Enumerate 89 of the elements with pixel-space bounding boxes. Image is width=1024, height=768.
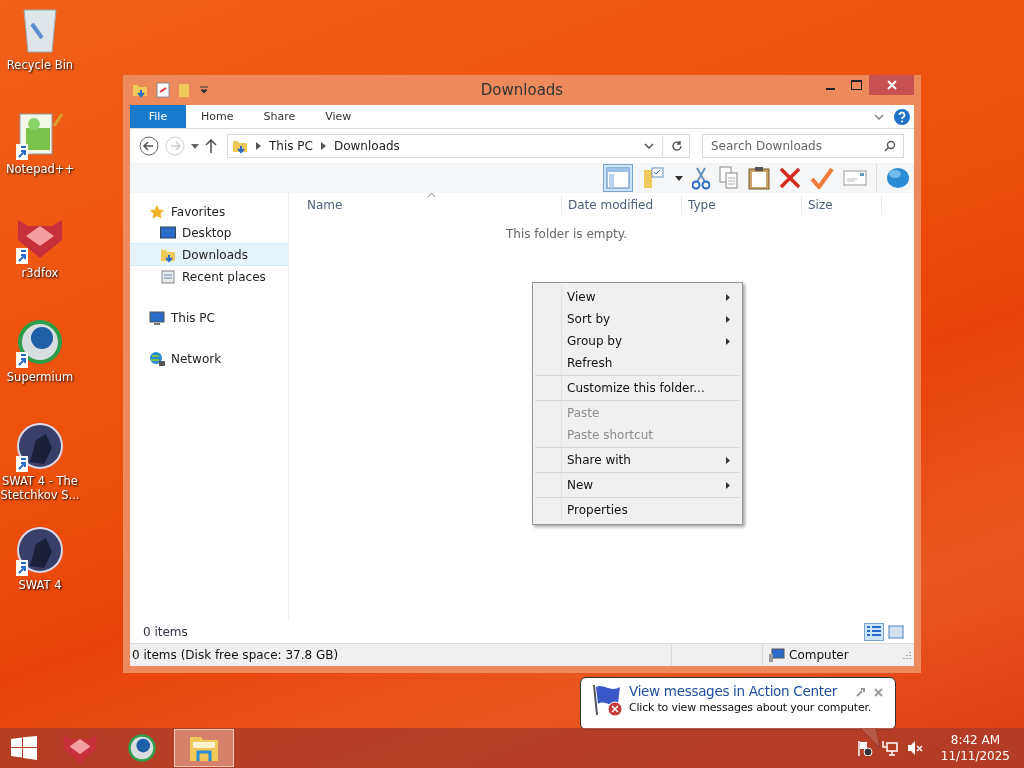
close-icon[interactable] bbox=[874, 688, 883, 697]
desktop-icon-label[interactable]: SWAT 4 bbox=[0, 578, 80, 592]
desktop-icon bbox=[160, 225, 176, 240]
desktop-icon-label[interactable]: Supermium bbox=[0, 370, 80, 384]
navigation-item[interactable]: Favorites bbox=[130, 201, 288, 222]
sort-caret-icon bbox=[428, 193, 435, 197]
menu-item[interactable]: Refresh bbox=[535, 352, 740, 374]
clock-date: 11/11/2025 bbox=[940, 748, 1010, 764]
minimize-icon bbox=[825, 87, 835, 90]
windows-logo-icon bbox=[11, 736, 37, 760]
notification-balloon[interactable]: View messages in Action Center Click to view messages about your computer. bbox=[580, 677, 896, 730]
maximize-icon bbox=[850, 80, 862, 90]
globe-icon[interactable] bbox=[886, 167, 910, 189]
network-icon[interactable] bbox=[881, 740, 898, 756]
column-header[interactable]: Size bbox=[802, 195, 882, 215]
status-location: Computer bbox=[789, 648, 849, 662]
breadcrumb[interactable]: Downloads bbox=[333, 139, 400, 153]
address-dropdown-icon[interactable] bbox=[644, 143, 654, 149]
star-icon bbox=[149, 203, 165, 220]
details-view-button[interactable] bbox=[864, 623, 884, 641]
preview-pane-button[interactable] bbox=[603, 164, 633, 192]
menu-item[interactable]: Customize this folder... bbox=[535, 377, 740, 399]
flag-icon bbox=[591, 683, 625, 717]
dropdown-icon[interactable] bbox=[675, 175, 683, 181]
search-icon[interactable] bbox=[884, 140, 896, 152]
column-header[interactable]: Type bbox=[682, 195, 802, 215]
cut-icon[interactable] bbox=[692, 166, 710, 190]
navigation-item[interactable]: Desktop bbox=[130, 222, 288, 243]
action-center-flag-icon[interactable] bbox=[856, 740, 873, 756]
refresh-icon[interactable] bbox=[671, 140, 683, 152]
search-field[interactable]: Search Downloads bbox=[702, 134, 904, 158]
menu-item[interactable]: Share with bbox=[535, 449, 740, 471]
folder-icon[interactable] bbox=[132, 82, 148, 98]
item-count: 0 items bbox=[143, 625, 188, 639]
checkmark-icon[interactable] bbox=[810, 167, 834, 189]
column-header[interactable]: Name bbox=[289, 195, 562, 215]
notification-title: View messages in Action Center bbox=[629, 683, 837, 699]
close-icon bbox=[886, 80, 897, 90]
ribbon-tab[interactable]: Share bbox=[248, 105, 311, 128]
computer-icon bbox=[149, 309, 165, 326]
muted-speaker-icon[interactable] bbox=[906, 740, 923, 756]
column-header[interactable]: Date modified bbox=[562, 195, 682, 215]
resize-grip-icon[interactable] bbox=[902, 650, 912, 660]
menu-item[interactable]: Group by bbox=[535, 330, 740, 352]
delete-icon[interactable] bbox=[779, 167, 801, 189]
help-icon[interactable] bbox=[894, 108, 910, 125]
notepad-icon[interactable] bbox=[16, 110, 64, 158]
recent-dropdown-icon[interactable] bbox=[191, 143, 199, 149]
window-title: Downloads bbox=[479, 81, 565, 99]
dropdown-icon[interactable] bbox=[200, 86, 208, 94]
chevron-icon[interactable] bbox=[320, 142, 326, 150]
navigation-item[interactable]: Downloads bbox=[130, 243, 288, 266]
browser-icon[interactable] bbox=[16, 318, 64, 366]
game-icon[interactable] bbox=[16, 526, 64, 574]
ribbon-tab[interactable]: View bbox=[310, 105, 367, 128]
folder-icon bbox=[189, 734, 219, 762]
menu-item[interactable]: Sort by bbox=[535, 308, 740, 330]
back-icon[interactable] bbox=[139, 136, 159, 156]
clock[interactable]: 8:42 AM 11/11/2025 bbox=[940, 732, 1010, 764]
close-button[interactable] bbox=[869, 75, 914, 95]
breadcrumb[interactable]: This PC bbox=[269, 139, 313, 153]
folder-icon bbox=[232, 138, 248, 154]
menu-item[interactable]: Properties bbox=[535, 499, 740, 521]
network-icon bbox=[149, 350, 165, 367]
clock-time: 8:42 AM bbox=[950, 732, 1001, 748]
address-bar[interactable]: This PC Downloads bbox=[227, 134, 690, 158]
up-arrow-icon[interactable] bbox=[205, 139, 217, 153]
envelope-icon[interactable] bbox=[843, 170, 867, 186]
navigation-item[interactable]: Network bbox=[130, 348, 288, 369]
desktop-icon-label[interactable]: SWAT 4 - The Stetchkov S... bbox=[0, 474, 80, 502]
recycle-bin-icon[interactable] bbox=[20, 6, 60, 54]
recent-places-icon bbox=[160, 268, 176, 285]
browser-icon bbox=[127, 733, 157, 763]
fox-icon bbox=[61, 733, 99, 763]
taskbar-app[interactable] bbox=[174, 729, 234, 767]
file-tab[interactable]: File bbox=[130, 105, 186, 128]
chevron-icon[interactable] bbox=[256, 142, 261, 150]
computer-icon bbox=[769, 648, 785, 662]
notification-message: Click to view messages about your computer. bbox=[629, 701, 872, 714]
status-text: 0 items (Disk free space: 37.8 GB) bbox=[130, 644, 672, 666]
menu-item[interactable]: New bbox=[535, 474, 740, 496]
game-icon[interactable] bbox=[16, 422, 64, 470]
ribbon-tab[interactable]: Home bbox=[186, 105, 249, 128]
clipboard-icon[interactable] bbox=[748, 166, 770, 190]
menu-item[interactable]: View bbox=[535, 286, 740, 308]
properties-icon[interactable] bbox=[156, 82, 170, 98]
navigation-item[interactable]: Recent places bbox=[130, 266, 288, 287]
navigation-item[interactable]: This PC bbox=[130, 307, 288, 328]
expand-ribbon-icon[interactable] bbox=[874, 113, 884, 120]
